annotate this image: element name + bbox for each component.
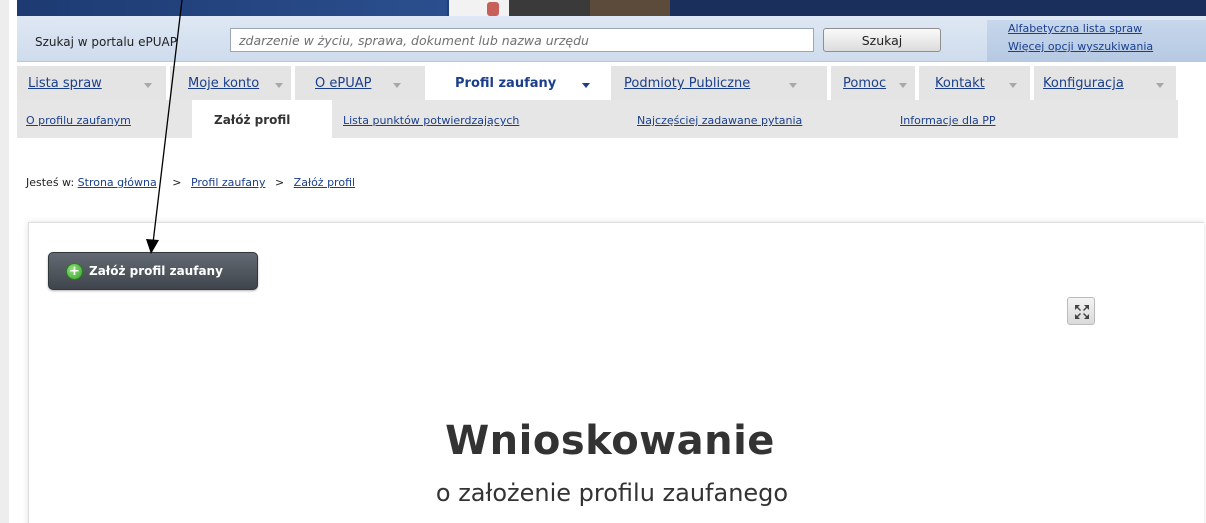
search-label: Szukaj w portalu ePUAP bbox=[35, 35, 177, 49]
fullscreen-expand-icon bbox=[1075, 305, 1089, 319]
tab-o-epuap[interactable]: O ePUAP bbox=[295, 66, 427, 100]
tab-label[interactable]: Profil zaufany bbox=[455, 76, 556, 91]
create-trusted-profile-button[interactable]: + Załóż profil zaufany bbox=[48, 252, 258, 290]
sub-navigation: O profilu zaufanym Załóż profil Lista pu… bbox=[17, 100, 1206, 138]
tab-label[interactable]: Podmioty Publiczne bbox=[624, 76, 750, 91]
page-title: Wnioskowanie bbox=[445, 418, 775, 464]
breadcrumb-item-profil-zaufany[interactable]: Profil zaufany bbox=[191, 176, 266, 189]
tab-podmioty-publiczne[interactable]: Podmioty Publiczne bbox=[611, 66, 829, 100]
subnav-label[interactable]: Lista punktów potwierdzających bbox=[343, 114, 519, 127]
subnav-item-zaloz-profil[interactable]: Załóż profil bbox=[192, 100, 332, 138]
fullscreen-expand-button[interactable] bbox=[1067, 297, 1095, 325]
main-navigation: Lista spraw Moje konto O ePUAP Profil za… bbox=[17, 62, 1206, 100]
subnav-item-najczestsze-pytania[interactable]: Najczęściej zadawane pytania bbox=[621, 100, 871, 138]
page-subtitle: o założenie profilu zaufanego bbox=[435, 479, 789, 507]
chevron-down-icon bbox=[582, 83, 590, 88]
chevron-down-icon bbox=[1009, 83, 1017, 88]
subnav-label[interactable]: Załóż profil bbox=[214, 113, 290, 127]
plus-circle-icon: + bbox=[66, 263, 83, 280]
tab-label[interactable]: Kontakt bbox=[935, 76, 985, 91]
chevron-down-icon bbox=[144, 83, 152, 88]
breadcrumb-separator: > bbox=[172, 176, 182, 189]
search-button[interactable]: Szukaj bbox=[823, 28, 941, 52]
chevron-down-icon bbox=[789, 83, 797, 88]
search-input[interactable] bbox=[230, 28, 814, 52]
tab-moje-konto[interactable]: Moje konto bbox=[170, 66, 293, 100]
subnav-label[interactable]: O profilu zaufanym bbox=[26, 114, 131, 127]
chevron-down-icon bbox=[899, 83, 907, 88]
alphabetical-list-link[interactable]: Alfabetyczna lista spraw bbox=[1008, 22, 1142, 35]
breadcrumb-separator: > bbox=[274, 176, 285, 189]
subnav-item-o-profilu[interactable]: O profilu zaufanym bbox=[17, 100, 192, 138]
create-button-label: Załóż profil zaufany bbox=[89, 264, 223, 278]
tab-label[interactable]: Konfiguracja bbox=[1043, 76, 1124, 91]
subnav-item-lista-punktow[interactable]: Lista punktów potwierdzających bbox=[332, 100, 604, 138]
banner-segment bbox=[670, 0, 1206, 16]
tab-profil-zaufany[interactable]: Profil zaufany bbox=[429, 66, 609, 100]
banner-segment bbox=[590, 0, 670, 16]
tab-label[interactable]: Moje konto bbox=[188, 76, 259, 91]
tab-label[interactable]: O ePUAP bbox=[315, 76, 371, 91]
tab-lista-spraw[interactable]: Lista spraw bbox=[17, 66, 168, 100]
tab-label[interactable]: Lista spraw bbox=[28, 76, 102, 91]
tab-label[interactable]: Pomoc bbox=[843, 76, 886, 91]
subnav-item-informacje-pp[interactable]: Informacje dla PP bbox=[889, 100, 1049, 138]
banner-segment bbox=[17, 0, 447, 16]
chevron-down-icon bbox=[393, 83, 401, 88]
banner-segment bbox=[487, 2, 499, 16]
breadcrumb-prefix: Jesteś w: bbox=[26, 176, 75, 189]
tab-pomoc[interactable]: Pomoc bbox=[831, 66, 917, 100]
search-bar: Szukaj w portalu ePUAP Szukaj Alfabetycz… bbox=[17, 16, 1206, 62]
chevron-down-icon bbox=[1156, 83, 1164, 88]
breadcrumb-item-home[interactable]: Strona główna bbox=[78, 176, 157, 189]
banner-segment bbox=[449, 0, 509, 16]
top-banner bbox=[17, 0, 1206, 16]
subnav-label[interactable]: Najczęściej zadawane pytania bbox=[637, 114, 802, 127]
subnav-label[interactable]: Informacje dla PP bbox=[900, 114, 996, 127]
chevron-down-icon bbox=[275, 83, 283, 88]
tab-konfiguracja[interactable]: Konfiguracja bbox=[1034, 66, 1178, 100]
search-links: Alfabetyczna lista spraw Więcej opcji wy… bbox=[987, 20, 1206, 62]
more-search-options-link[interactable]: Więcej opcji wyszukiwania bbox=[1008, 40, 1153, 53]
tab-kontakt[interactable]: Kontakt bbox=[919, 66, 1032, 100]
banner-segment bbox=[510, 0, 590, 16]
breadcrumb-item-zaloz-profil[interactable]: Załóż profil bbox=[294, 176, 355, 189]
breadcrumb: Jesteś w: Strona główna > Profil zaufany… bbox=[26, 176, 355, 189]
